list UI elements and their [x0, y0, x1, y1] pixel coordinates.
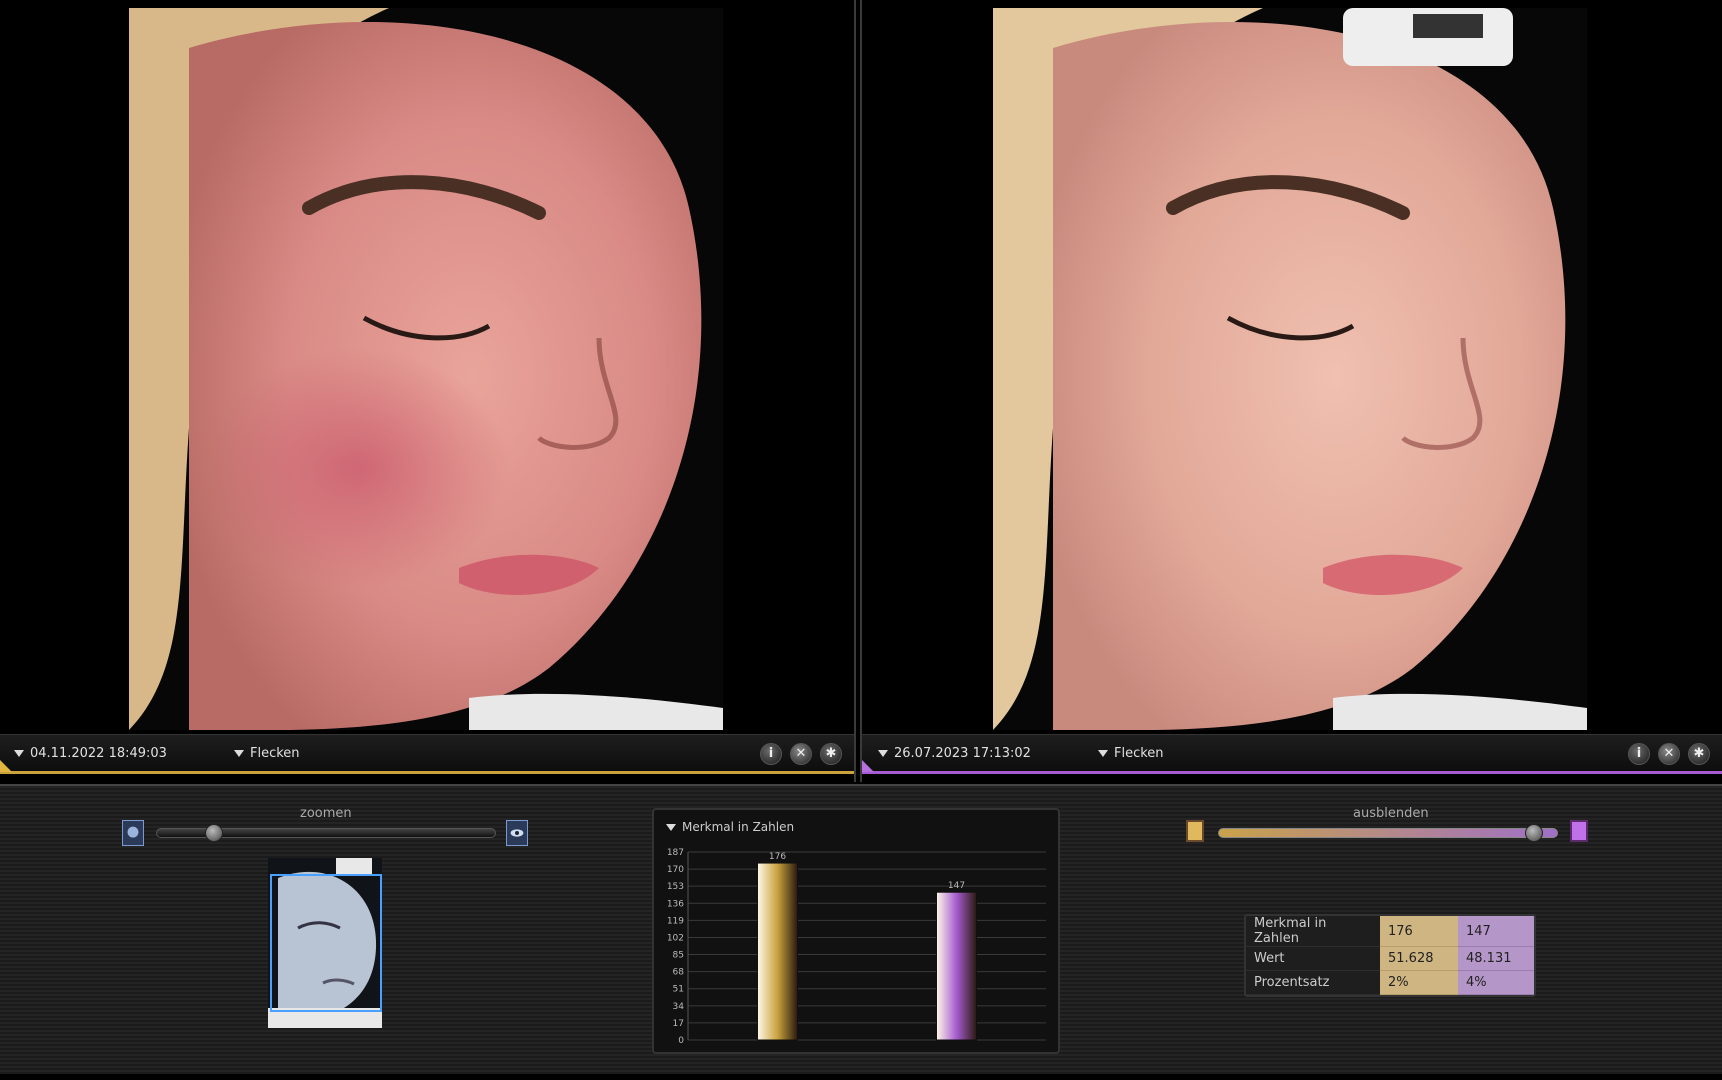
close-icon[interactable]: ✕ — [1658, 743, 1680, 765]
after-swatch-icon[interactable] — [1570, 820, 1588, 842]
row-label: Prozentsatz — [1246, 970, 1380, 995]
bar — [936, 891, 977, 1041]
before-value: 2% — [1380, 970, 1458, 995]
info-icon[interactable]: i — [760, 743, 782, 765]
after-value: 4% — [1458, 970, 1534, 995]
gear-icon[interactable]: ✱ — [1688, 743, 1710, 765]
y-tick-label: 68 — [673, 968, 685, 978]
feature-chart-panel: 0 17 34 51 68 85 102 119 136 153 170 187 176 147 Merk… — [652, 808, 1060, 1054]
before-value: 176 — [1380, 916, 1458, 947]
info-icon[interactable]: i — [1628, 743, 1650, 765]
chevron-down-icon — [14, 750, 24, 757]
accent-line — [862, 771, 1722, 774]
y-tick-label: 51 — [673, 985, 684, 995]
face-photo-after[interactable] — [993, 8, 1587, 730]
bar-value-label: 147 — [948, 881, 965, 891]
y-tick-label: 153 — [667, 882, 684, 892]
mode-dropdown[interactable]: Flecken — [234, 746, 300, 761]
row-label: Wert — [1246, 946, 1380, 971]
right-image-pane: 26.07.2023 17:13:02 Flecken i ✕ ✱ — [860, 0, 1722, 782]
bar-chart: 0 17 34 51 68 85 102 119 136 153 170 187 176 147 — [667, 848, 1046, 1046]
corner-marker — [0, 760, 12, 772]
row-label: Merkmal in Zahlen — [1246, 916, 1380, 947]
table-row: Wert 51.628 48.131 — [1246, 946, 1534, 971]
before-swatch-icon[interactable] — [1186, 820, 1204, 842]
before-value: 51.628 — [1380, 946, 1458, 971]
chevron-down-icon — [878, 750, 888, 757]
zoom-out-face-icon[interactable] — [122, 820, 144, 846]
gear-icon[interactable]: ✱ — [820, 743, 842, 765]
blend-label: ausblenden — [1353, 806, 1429, 821]
mode-label: Flecken — [1114, 746, 1164, 761]
y-tick-label: 187 — [667, 848, 684, 858]
zoom-label: zoomen — [300, 806, 352, 821]
right-pane-toolbar: 26.07.2023 17:13:02 Flecken i ✕ ✱ — [862, 734, 1722, 774]
viewport-frame[interactable] — [270, 874, 382, 1012]
bar-value-label: 176 — [769, 852, 786, 862]
y-tick-label: 85 — [673, 951, 684, 961]
blend-slider[interactable] — [1218, 824, 1558, 842]
close-icon[interactable]: ✕ — [790, 743, 812, 765]
zoom-slider-handle[interactable] — [205, 824, 224, 842]
y-tick-label: 170 — [667, 865, 684, 875]
control-panel: zoomen 0 17 34 51 68 85 102 119 136 153 170 187 176 1… — [0, 784, 1722, 1074]
blend-slider-handle[interactable] — [1524, 824, 1543, 842]
after-value: 147 — [1458, 916, 1534, 947]
left-image-pane: 04.11.2022 18:49:03 Flecken i ✕ ✱ — [0, 0, 856, 782]
metrics-table: Merkmal in Zahlen 176 147 Wert 51.628 48… — [1244, 914, 1536, 997]
corner-marker — [862, 760, 874, 772]
y-tick-label: 0 — [678, 1036, 684, 1046]
after-value: 48.131 — [1458, 946, 1534, 971]
zoom-in-eye-icon[interactable] — [506, 820, 528, 846]
bar — [757, 862, 798, 1041]
mode-label: Flecken — [250, 746, 300, 761]
accent-line — [0, 771, 854, 774]
y-tick-label: 136 — [667, 899, 684, 909]
y-tick-label: 17 — [673, 1019, 684, 1029]
chart-title-text: Merkmal in Zahlen — [682, 820, 795, 834]
y-tick-label: 34 — [673, 1002, 685, 1012]
date-dropdown[interactable]: 04.11.2022 18:49:03 — [14, 746, 167, 761]
y-tick-label: 102 — [667, 933, 684, 943]
table-row: Merkmal in Zahlen 176 147 — [1246, 916, 1534, 947]
zoom-slider[interactable] — [156, 824, 496, 842]
mode-dropdown[interactable]: Flecken — [1098, 746, 1164, 761]
chevron-down-icon — [234, 750, 244, 757]
y-tick-label: 119 — [667, 916, 684, 926]
date-dropdown[interactable]: 26.07.2023 17:13:02 — [878, 746, 1031, 761]
face-photo-before[interactable] — [129, 8, 723, 730]
date-label: 04.11.2022 18:49:03 — [30, 746, 167, 761]
table-row: Prozentsatz 2% 4% — [1246, 970, 1534, 995]
chart-title[interactable]: Merkmal in Zahlen — [666, 820, 794, 834]
chevron-down-icon — [666, 823, 676, 831]
left-pane-toolbar: 04.11.2022 18:49:03 Flecken i ✕ ✱ — [0, 734, 854, 774]
chevron-down-icon — [1098, 750, 1108, 757]
date-label: 26.07.2023 17:13:02 — [894, 746, 1031, 761]
